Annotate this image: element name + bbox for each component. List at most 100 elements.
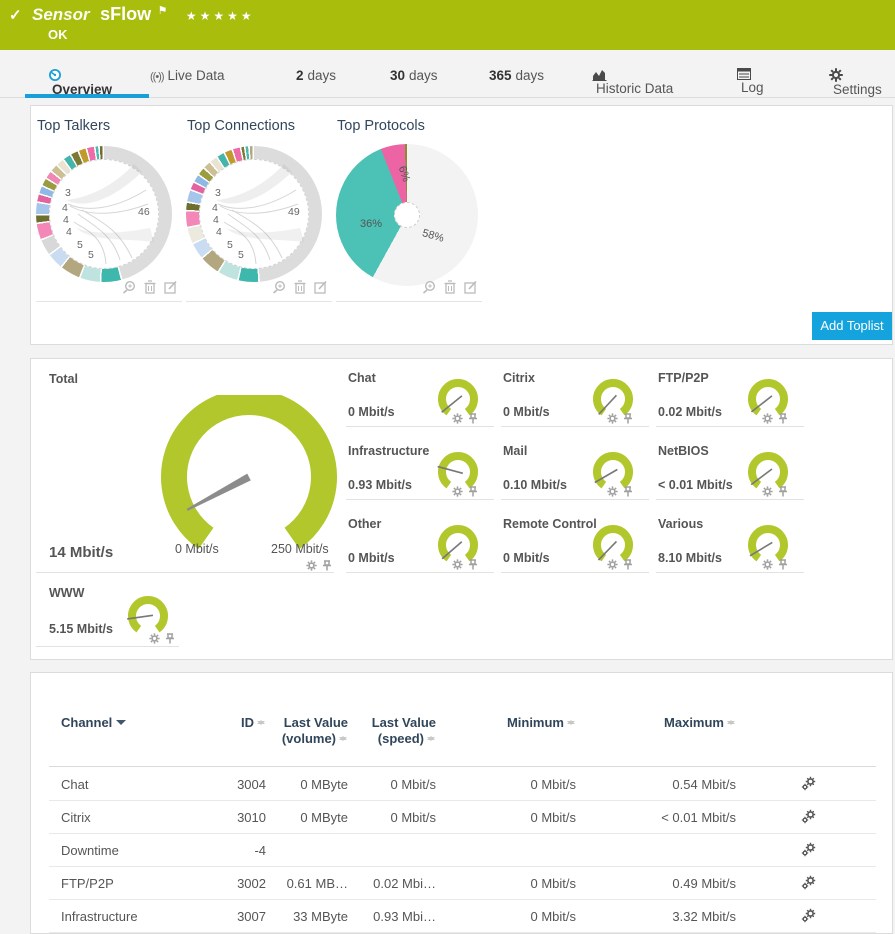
cell-maximum: 0.54 Mbit/s	[631, 768, 736, 801]
tab-number: 365	[489, 68, 512, 83]
channel-settings-icon[interactable]	[801, 809, 825, 827]
top-connections-chart[interactable]: 49 3 4 4 4 5 5	[186, 146, 322, 282]
gear-icon[interactable]	[607, 559, 618, 570]
channel-settings-icon[interactable]	[801, 776, 825, 794]
column-header-id[interactable]: ID	[181, 715, 266, 731]
gear-icon[interactable]	[607, 413, 618, 424]
tab-365-days[interactable]: 365days	[489, 68, 544, 94]
tab-label: days	[409, 68, 438, 83]
table-row-chat[interactable]: Chat 3004 0 MByte 0 Mbit/s 0 Mbit/s 0.54…	[31, 768, 893, 801]
pin-icon[interactable]	[623, 486, 633, 497]
gear-icon[interactable]	[149, 633, 160, 644]
tab-live-data[interactable]: ((•))Live Data	[150, 68, 225, 94]
gauge-title: WWW	[49, 586, 84, 600]
toplist-top-connections[interactable]: Top Connections 49 3 4 4 4 5 5	[186, 114, 332, 302]
gauge-cell-toolbar	[607, 486, 633, 497]
gear-icon[interactable]	[762, 486, 773, 497]
gauge-value: < 0.01 Mbit/s	[658, 478, 733, 492]
chord-ribbons	[186, 146, 322, 282]
column-header-maximum[interactable]: Maximum	[636, 715, 736, 731]
tab-bar: Overview ((•))Live Data 2days 30 days 365…	[0, 60, 895, 98]
table-row-infrastructure[interactable]: Infrastructure 3007 33 MByte 0.93 Mbi… 0…	[31, 900, 893, 933]
tab-log[interactable]: Log	[737, 68, 764, 94]
channel-settings-icon[interactable]	[801, 908, 825, 926]
delete-icon[interactable]	[444, 280, 456, 294]
toplist-top-talkers[interactable]: Top Talkers 46 3 4 4 4 5 5	[36, 114, 182, 302]
table-row-ftp-p2p[interactable]: FTP/P2P 3002 0.61 MB… 0.02 Mbi… 0 Mbit/s…	[31, 867, 893, 900]
flag-icon[interactable]: ⚑	[158, 5, 168, 17]
gauge-cell-toolbar	[452, 486, 478, 497]
pin-icon[interactable]	[165, 633, 175, 644]
gear-icon[interactable]	[452, 559, 463, 570]
column-header-last-value-volume[interactable]: Last Value (volume)	[268, 715, 348, 747]
status-badge: OK	[48, 27, 68, 42]
column-label: Channel	[61, 715, 112, 730]
edit-icon[interactable]	[464, 280, 478, 294]
gauge-title: Total	[49, 372, 78, 386]
add-toplist-button[interactable]: Add Toplist	[812, 312, 892, 340]
column-header-last-value-speed[interactable]: Last Value (speed)	[356, 715, 436, 747]
gear-icon[interactable]	[762, 559, 773, 570]
tab-label: Settings	[833, 82, 882, 97]
cell-minimum	[486, 834, 576, 867]
gauge-value: 0.02 Mbit/s	[658, 405, 722, 419]
cell-last-speed: 0 Mbit/s	[356, 801, 436, 834]
sensor-header-bar: ✓ Sensor sFlow ⚑ ★★★★★ OK	[0, 0, 895, 50]
gauge-title: Various	[658, 517, 703, 531]
pin-icon[interactable]	[468, 413, 478, 424]
tab-historic-data[interactable]: Historic Data	[592, 68, 673, 94]
tab-number: 30	[390, 68, 405, 83]
inspect-zoom-icon[interactable]	[122, 280, 136, 294]
top-talkers-chart[interactable]: 46 3 4 4 4 5 5	[36, 146, 172, 282]
delete-icon[interactable]	[294, 280, 306, 294]
tab-overview[interactable]: Overview	[48, 68, 112, 94]
segment-label: 3	[65, 187, 71, 199]
gauge-cell-toolbar	[607, 559, 633, 570]
cell-last-speed: 0.02 Mbi…	[356, 867, 436, 900]
channel-settings-icon[interactable]	[801, 842, 825, 860]
pin-icon[interactable]	[778, 413, 788, 424]
toplist-top-protocols[interactable]: Top Protocols 36% 58% 6%	[336, 114, 482, 302]
gear-icon[interactable]	[452, 413, 463, 424]
inspect-zoom-icon[interactable]	[272, 280, 286, 294]
column-header-minimum[interactable]: Minimum	[486, 715, 576, 731]
pin-icon[interactable]	[623, 413, 633, 424]
cell-maximum: 3.32 Mbit/s	[631, 900, 736, 933]
gauge-cell-toolbar	[762, 559, 788, 570]
gauge-value: 0 Mbit/s	[503, 551, 550, 565]
gear-icon[interactable]	[452, 486, 463, 497]
tab-label: Log	[741, 80, 764, 95]
tab-settings[interactable]: Settings	[829, 68, 882, 94]
channel-settings-icon[interactable]	[801, 875, 825, 893]
gear-icon[interactable]	[306, 560, 317, 571]
pin-icon[interactable]	[468, 559, 478, 570]
pin-icon[interactable]	[623, 559, 633, 570]
gear-icon[interactable]	[762, 413, 773, 424]
column-header-channel[interactable]: Channel	[61, 715, 126, 731]
delete-icon[interactable]	[144, 280, 156, 294]
pin-icon[interactable]	[778, 559, 788, 570]
gear-icon[interactable]	[607, 486, 618, 497]
pin-icon[interactable]	[322, 560, 332, 571]
table-row-citrix[interactable]: Citrix 3010 0 MByte 0 Mbit/s 0 Mbit/s < …	[31, 801, 893, 834]
top-protocols-chart[interactable]: 36% 58% 6%	[336, 144, 478, 286]
priority-stars[interactable]: ★★★★★	[186, 9, 255, 23]
toplist-title: Top Connections	[187, 118, 295, 134]
cell-minimum: 0 Mbit/s	[486, 900, 576, 933]
inspect-zoom-icon[interactable]	[422, 280, 436, 294]
gauge-value: 8.10 Mbit/s	[658, 551, 722, 565]
cell-id: 3007	[181, 900, 266, 933]
tab-2-days[interactable]: 2days	[296, 68, 336, 94]
cell-last-speed	[356, 834, 436, 867]
column-label: ID	[241, 715, 254, 730]
edit-icon[interactable]	[164, 280, 178, 294]
pin-icon[interactable]	[778, 486, 788, 497]
tab-30-days[interactable]: 30 days	[390, 68, 438, 94]
sort-icon	[727, 716, 736, 729]
table-row-downtime[interactable]: Downtime -4	[31, 834, 893, 867]
gauge-cell-www: WWW 5.15 Mbit/s	[36, 581, 179, 647]
edit-icon[interactable]	[314, 280, 328, 294]
gauge-cell-toolbar	[452, 559, 478, 570]
chart-hole	[394, 202, 420, 228]
pin-icon[interactable]	[468, 486, 478, 497]
